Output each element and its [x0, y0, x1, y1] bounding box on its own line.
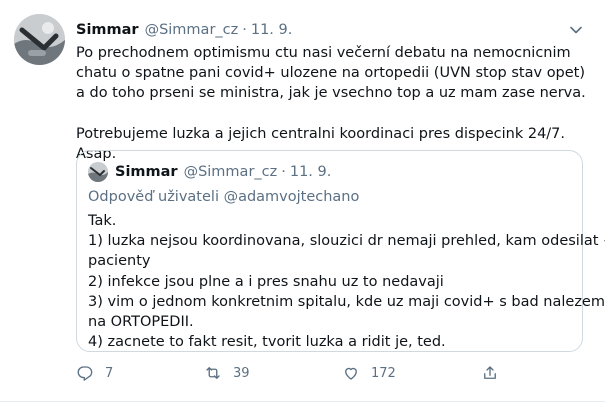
quoted-line: 4) zacnete to fakt resit, tvorit luzka a… — [88, 334, 446, 351]
quoted-date: 11. 9. — [289, 164, 332, 180]
reply-icon — [76, 364, 94, 382]
quoted-line: pacienty — [88, 253, 151, 270]
like-button[interactable]: 172 — [342, 362, 396, 384]
share-icon — [481, 364, 499, 382]
retweet-count: 39 — [233, 365, 250, 381]
heart-icon — [342, 364, 360, 382]
quoted-header: Simmar @Simmar_cz · 11. 9. — [115, 162, 331, 182]
quoted-line: 3) vim o jednom konkretnim spitalu, kde … — [88, 293, 605, 310]
quoted-author-name: Simmar — [115, 164, 178, 180]
like-count: 172 — [371, 365, 396, 381]
quoted-line: na ORTOPEDII. — [88, 314, 194, 331]
quoted-line: 1) luzka nejsou koordinovana, slouzici d… — [88, 233, 605, 250]
tweet-date[interactable]: 11. 9. — [251, 22, 293, 38]
author-name[interactable]: Simmar — [76, 22, 139, 38]
quoted-line: Tak. — [88, 213, 117, 229]
share-button[interactable] — [481, 362, 499, 384]
tweet-text: Po prechodnem optimismu ctu nasi večerní… — [76, 43, 594, 164]
quoted-reply-to: Odpověď uživateli @adamvojtechano — [88, 189, 360, 205]
tweet[interactable]: Simmar @Simmar_cz · 11. 9. Po prechodnem op… — [0, 0, 605, 402]
chevron-down-icon[interactable] — [568, 22, 584, 38]
separator-dot: · — [281, 164, 286, 180]
author-handle[interactable]: @Simmar_cz — [145, 22, 239, 38]
quoted-line: 2) infekce jsou plne a i pres snahu uz t… — [88, 273, 444, 290]
quoted-author-avatar[interactable] — [88, 162, 108, 182]
retweet-icon — [204, 364, 222, 382]
tweet-header: Simmar @Simmar_cz · 11. 9. — [76, 20, 292, 40]
reply-button[interactable]: 7 — [76, 362, 113, 384]
separator-dot: · — [242, 22, 247, 38]
tweet-actions: 7 39 172 — [76, 362, 594, 384]
retweet-button[interactable]: 39 — [204, 362, 250, 384]
quoted-text: Tak. 1) luzka nejsou koordinovana, slouz… — [88, 211, 605, 352]
tweet-paragraph: Po prechodnem optimismu ctu nasi večerní… — [76, 45, 586, 102]
author-avatar[interactable] — [14, 14, 65, 65]
reply-count: 7 — [105, 365, 114, 381]
quoted-author-handle: @Simmar_cz — [183, 164, 278, 180]
quoted-tweet[interactable]: Simmar @Simmar_cz · 11. 9. Odpověď uživatel… — [76, 150, 605, 352]
